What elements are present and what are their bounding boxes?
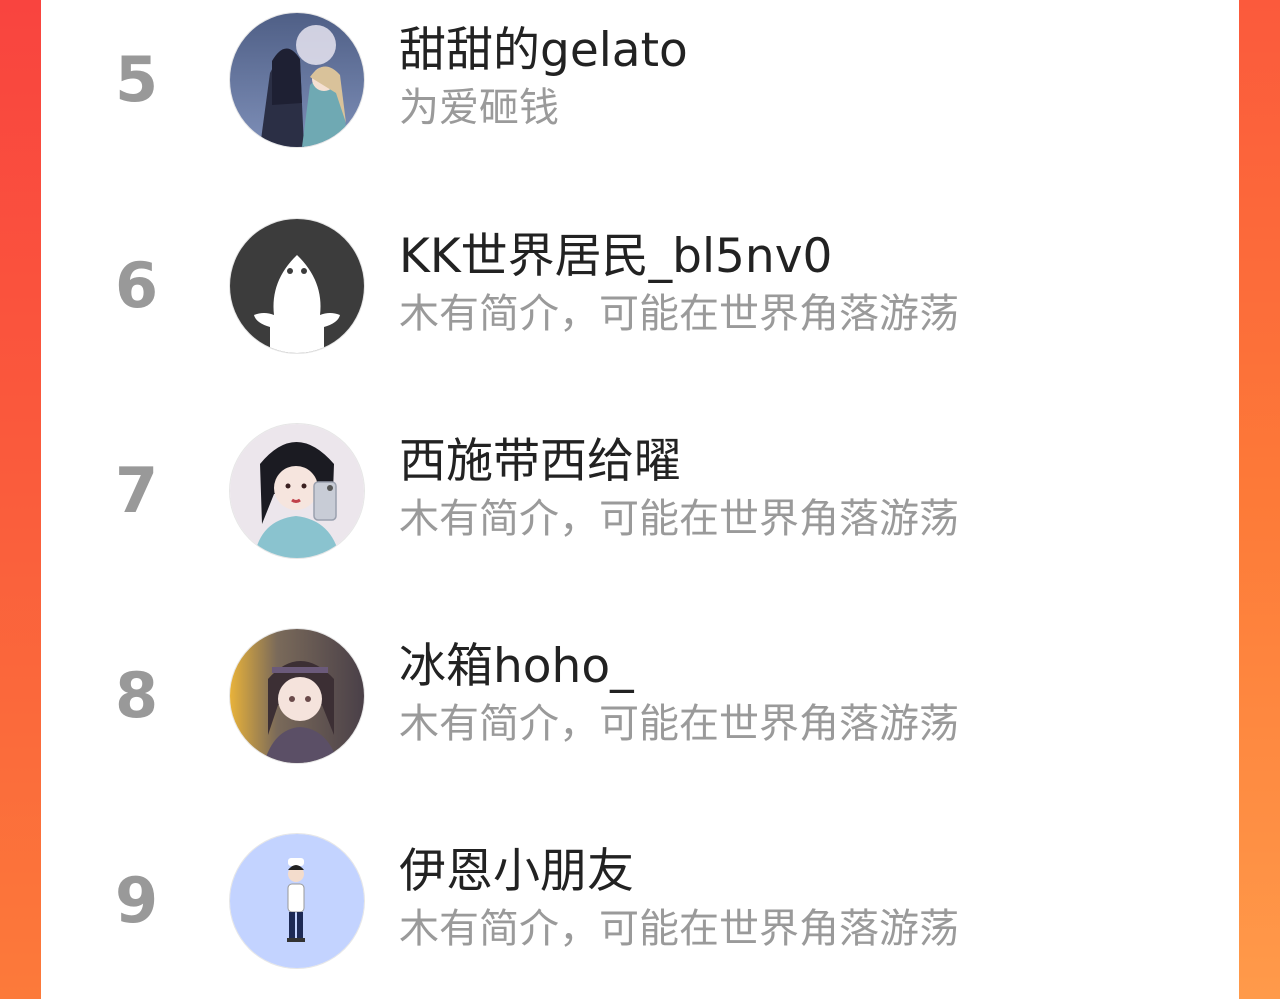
rank-number: 9 — [115, 864, 159, 937]
background-right-edge — [1238, 0, 1280, 999]
user-bio: 木有简介，可能在世界角落游荡 — [399, 906, 959, 952]
rank-number: 8 — [115, 659, 159, 732]
user-bio: 木有简介，可能在世界角落游荡 — [399, 291, 959, 337]
ranking-row[interactable]: 6 KK世界居民_bl5nv0 木有简介，可能在世界角落游荡 — [41, 217, 1239, 357]
ranking-list: 5 甜甜的gelato 为爱砸钱 6 KK世界居民_bl5nv0 木有简介，可能… — [41, 0, 1239, 999]
user-bio: 为爱砸钱 — [399, 85, 559, 131]
user-bio: 木有简介，可能在世界角落游荡 — [399, 496, 959, 542]
user-name[interactable]: 冰箱hoho_ — [399, 639, 634, 695]
user-name[interactable]: 甜甜的gelato — [399, 23, 688, 79]
user-name[interactable]: 伊恩小朋友 — [399, 844, 634, 900]
user-avatar[interactable] — [230, 13, 364, 147]
rank-number: 7 — [115, 454, 159, 527]
user-avatar[interactable] — [230, 219, 364, 353]
user-name[interactable]: 西施带西给曜 — [399, 434, 681, 490]
couple-illustration-avatar — [230, 13, 364, 147]
rank-number: 6 — [115, 249, 159, 322]
user-name[interactable]: KK世界居民_bl5nv0 — [399, 229, 832, 285]
cartoon-boy-avatar — [230, 834, 364, 968]
user-avatar[interactable] — [230, 834, 364, 968]
ranking-row[interactable]: 9 伊恩小朋友 木有简介，可能在世界角落游荡 — [41, 832, 1239, 972]
girl-selfie-avatar — [230, 424, 364, 558]
rank-number: 5 — [115, 43, 159, 116]
user-avatar[interactable] — [230, 424, 364, 558]
ranking-row[interactable]: 8 冰箱hoho_ 木有简介，可能在世界角落游荡 — [41, 627, 1239, 767]
default-ghost-avatar — [230, 219, 364, 353]
anime-character-avatar — [230, 629, 364, 763]
ranking-row[interactable]: 5 甜甜的gelato 为爱砸钱 — [41, 11, 1239, 151]
user-bio: 木有简介，可能在世界角落游荡 — [399, 701, 959, 747]
ranking-row[interactable]: 7 西施带西给曜 木有简介，可能在世界角落游荡 — [41, 422, 1239, 562]
user-avatar[interactable] — [230, 629, 364, 763]
